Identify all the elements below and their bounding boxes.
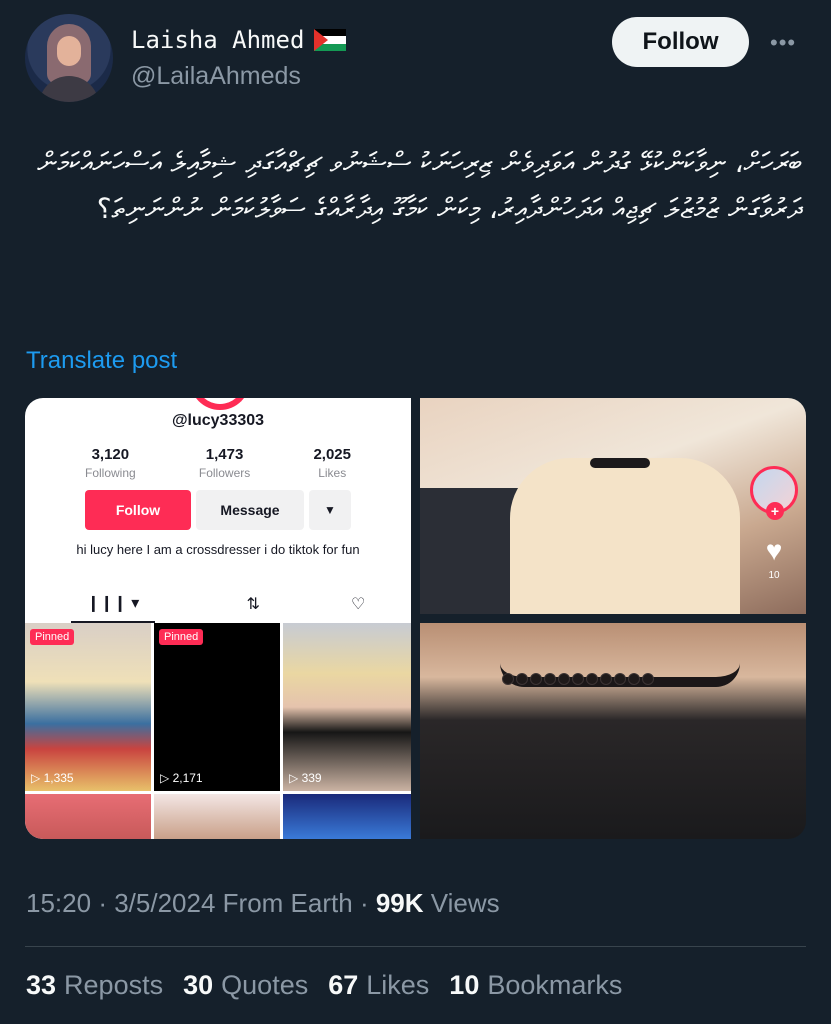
tweet-time[interactable]: 15:20 bbox=[26, 888, 91, 918]
stat-likes: 2,025 Likes bbox=[313, 446, 351, 480]
translate-post-link[interactable]: Translate post bbox=[26, 347, 177, 375]
divider bbox=[25, 946, 806, 947]
plus-icon: + bbox=[766, 502, 784, 520]
engagement-stats: 33 Reposts 30 Quotes 67 Likes 10 Bookmar… bbox=[26, 970, 622, 1001]
views-label: Views bbox=[430, 888, 500, 918]
videos-grid-icon: ❙❙❙ ▾ bbox=[70, 585, 156, 623]
quotes-stat[interactable]: 30 Quotes bbox=[183, 970, 308, 1001]
media-gallery: @lucy33303 3,120 Following 1,473 Followe… bbox=[25, 398, 806, 839]
liked-icon: ♡ bbox=[351, 596, 366, 613]
author-handle[interactable]: @LailaAhmeds bbox=[131, 62, 301, 91]
bookmarks-stat[interactable]: 10 Bookmarks bbox=[449, 970, 622, 1001]
video-thumbnail bbox=[283, 794, 411, 839]
follow-button[interactable]: Follow bbox=[612, 17, 749, 67]
media-image-3[interactable] bbox=[420, 623, 806, 839]
likes-count: 67 bbox=[328, 970, 359, 1000]
pinned-badge: Pinned bbox=[159, 629, 204, 645]
separator: · bbox=[98, 888, 107, 918]
bead-necklace bbox=[502, 673, 702, 685]
bookmarks-label: Bookmarks bbox=[487, 970, 623, 1000]
video-thumbnail: Pinned ▷ 2,171 bbox=[154, 623, 280, 791]
repost-icon: ⇅ bbox=[246, 596, 260, 613]
video-views: ▷ 1,335 bbox=[31, 771, 74, 785]
palestine-flag-icon bbox=[314, 29, 347, 51]
avatar-face bbox=[57, 36, 81, 66]
reposts-count: 33 bbox=[26, 970, 57, 1000]
tiktok-bio: hi lucy here I am a crossdresser i do ti… bbox=[76, 542, 360, 557]
stat-number: 3,120 bbox=[91, 446, 130, 463]
likes-stat[interactable]: 67 Likes bbox=[328, 970, 429, 1001]
pinned-badge: Pinned bbox=[30, 629, 75, 645]
video-views: ▷ 339 bbox=[289, 771, 322, 785]
tweet-text: ބަރަހަށް، ނިވާކަންކުޅޭ ގުދުން އަަވަދިވެނ… bbox=[37, 146, 802, 225]
likes-label: Likes bbox=[366, 970, 430, 1000]
tiktok-video-grid: Pinned ▷ 1,335 Pinned ▷ 2,171 ▷ 339 bbox=[25, 623, 411, 839]
quotes-count: 30 bbox=[183, 970, 214, 1000]
author-name[interactable]: Laisha Ahmed bbox=[131, 26, 347, 54]
separator: · bbox=[359, 888, 369, 918]
views-count: 99K bbox=[375, 888, 424, 918]
tiktok-stats: 3,120 Following 1,473 Followers 2,025 Li… bbox=[85, 446, 351, 480]
reposts-label: Reposts bbox=[64, 970, 164, 1000]
stat-following: 3,120 Following bbox=[85, 446, 136, 480]
tiktok-tabs: ❙❙❙ ▾ ⇅ ♡ bbox=[25, 584, 411, 624]
more-options-icon[interactable]: ••• bbox=[770, 30, 796, 56]
heart-icon: ♥ bbox=[765, 535, 783, 566]
tweet-source: From Earth bbox=[222, 888, 353, 918]
tiktok-dropdown-icon: ▼ bbox=[309, 490, 351, 530]
video-views: ▷ 2,171 bbox=[160, 771, 203, 785]
like-count: 10 bbox=[768, 570, 780, 581]
reposts-stat[interactable]: 33 Reposts bbox=[26, 970, 163, 1001]
stat-label: Likes bbox=[318, 466, 347, 480]
choker bbox=[590, 458, 650, 468]
stat-number: 2,025 bbox=[313, 446, 351, 463]
tweet-date[interactable]: 3/5/2024 bbox=[114, 888, 215, 918]
tiktok-handle: @lucy33303 bbox=[171, 412, 265, 429]
bookmarks-count: 10 bbox=[449, 970, 480, 1000]
tiktok-follow-button: Follow bbox=[85, 490, 191, 530]
video-thumbnail bbox=[154, 794, 280, 839]
tiktok-message-button: Message bbox=[196, 490, 304, 530]
stat-label: Following bbox=[85, 466, 136, 480]
tiktok-avatar-ring bbox=[190, 398, 250, 410]
stat-number: 1,473 bbox=[205, 446, 244, 463]
patterned-top bbox=[510, 458, 740, 614]
stat-label: Followers bbox=[198, 466, 251, 480]
author-name-text[interactable]: Laisha Ahmed bbox=[131, 26, 304, 54]
stat-followers: 1,473 Followers bbox=[199, 446, 250, 480]
tweet-meta: 15:20 · 3/5/2024 From Earth · 99K Views bbox=[26, 888, 500, 919]
video-thumbnail: ▷ 339 bbox=[283, 623, 411, 791]
quotes-label: Quotes bbox=[221, 970, 309, 1000]
video-thumbnail: Pinned ▷ 1,335 bbox=[25, 623, 151, 791]
media-image-2[interactable]: + ♥ 10 bbox=[420, 398, 806, 614]
media-image-tiktok-profile[interactable]: @lucy33303 3,120 Following 1,473 Followe… bbox=[25, 398, 411, 839]
video-thumbnail bbox=[25, 794, 151, 839]
author-avatar[interactable] bbox=[25, 14, 113, 102]
